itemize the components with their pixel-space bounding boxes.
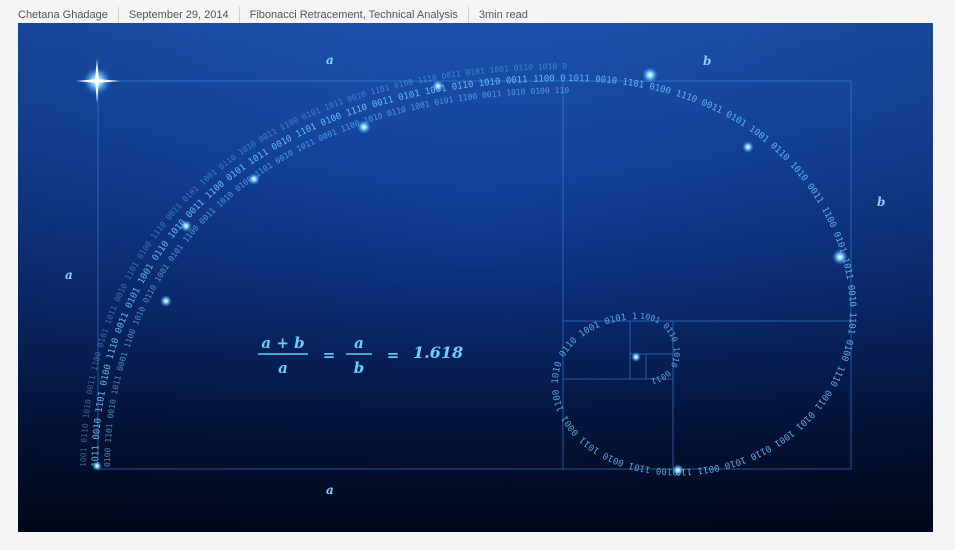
label-a-bottom: a <box>326 483 334 497</box>
formula-denominator-left: a <box>278 359 288 377</box>
formula-equals-1: = <box>323 346 336 364</box>
post-meta: Chetana Ghadage September 29, 2014 Fibon… <box>18 6 538 24</box>
formula-result: 1.618 <box>413 343 463 362</box>
label-a-left: a <box>65 268 73 282</box>
formula-numerator-left: a + b <box>261 334 304 352</box>
category-links[interactable]: Fibonacci Retracement, Technical Analysi… <box>238 7 468 23</box>
formula-equals-2: = <box>387 346 400 364</box>
post-date: September 29, 2014 <box>117 7 239 23</box>
golden-ratio-illustration: 1011 0010 1101 0100 1110 0011 0101 1001 … <box>18 23 933 532</box>
formula-numerator-right: a <box>354 334 364 352</box>
featured-image: 1011 0010 1101 0100 1110 0011 0101 1001 … <box>18 23 933 532</box>
label-a-top: a <box>326 53 334 67</box>
read-time: 3min read <box>467 7 538 23</box>
label-b-top: b <box>703 54 711 68</box>
label-b-right: b <box>877 195 885 209</box>
author-link[interactable]: Chetana Ghadage <box>18 7 118 23</box>
formula-denominator-right: b <box>354 359 365 377</box>
